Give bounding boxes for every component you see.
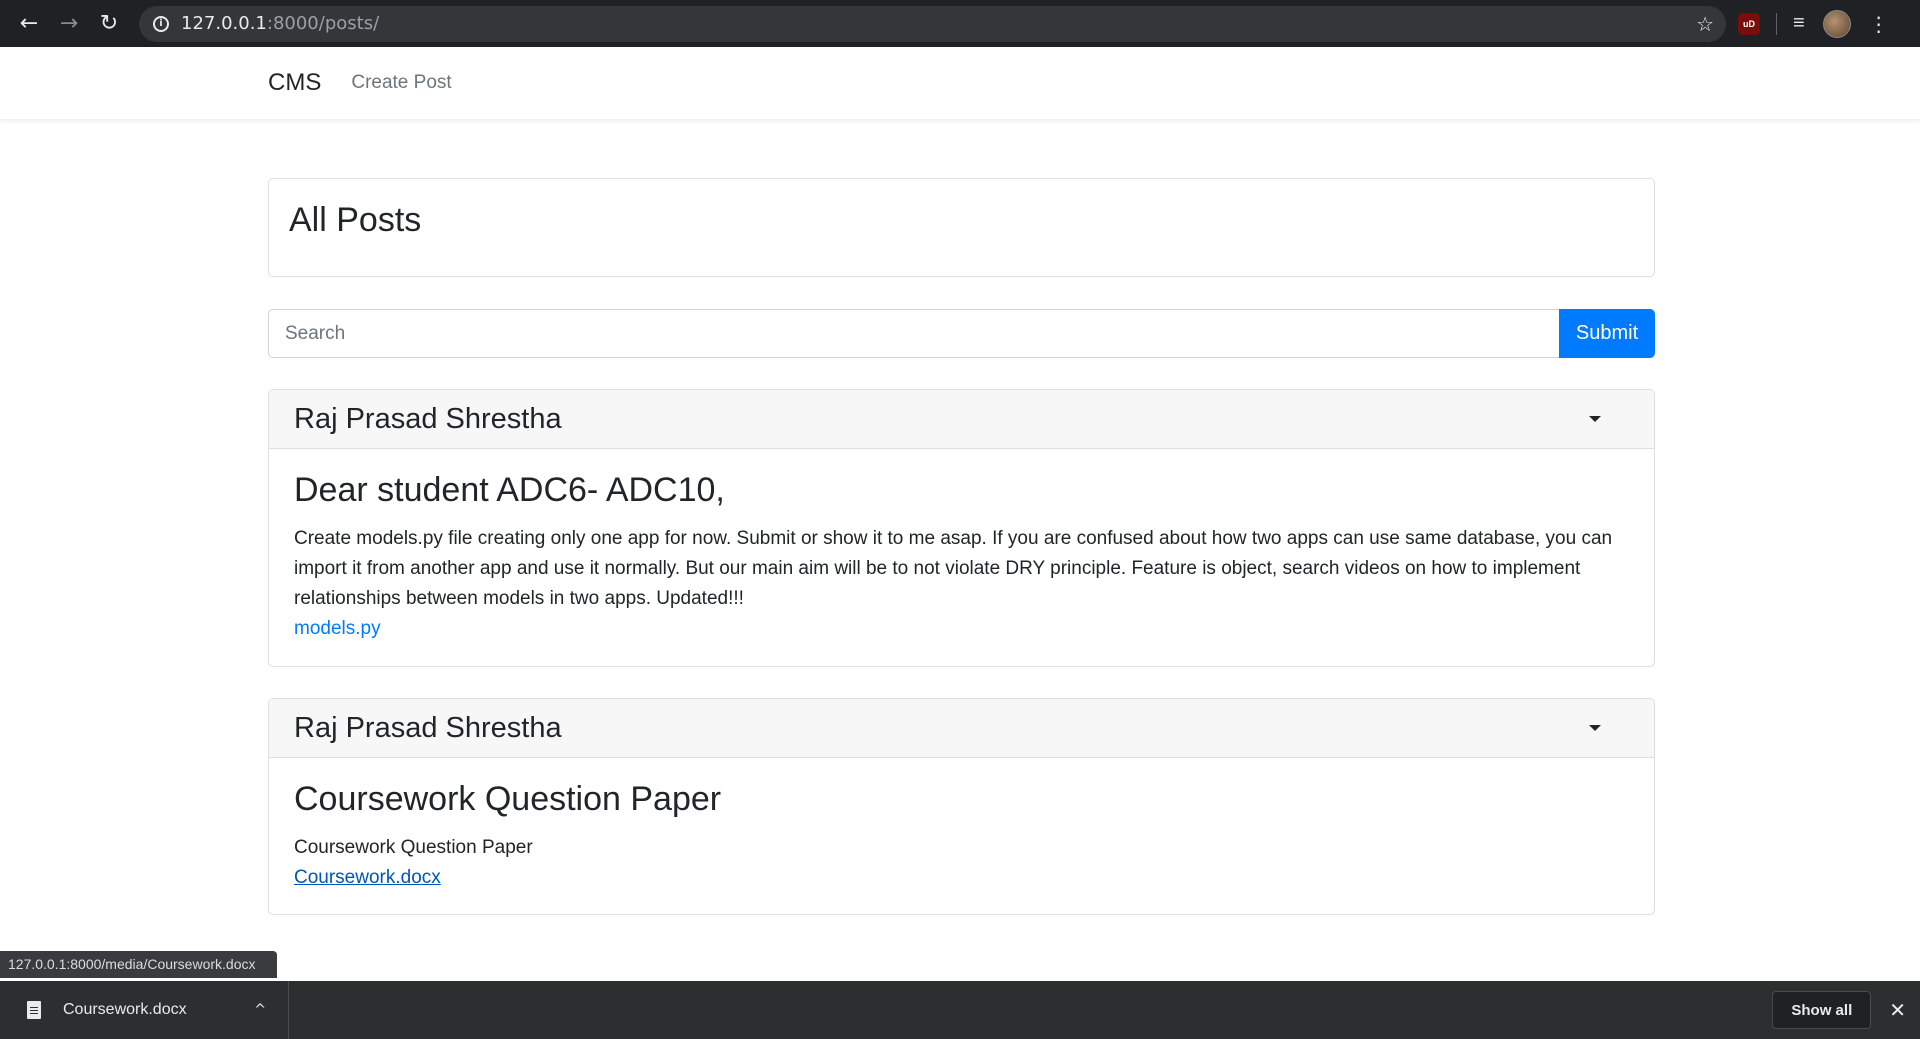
post-header[interactable]: Raj Prasad Shrestha <box>269 390 1654 449</box>
post-card: Raj Prasad Shrestha Dear student ADC6- A… <box>268 389 1655 667</box>
post-author: Raj Prasad Shrestha <box>294 711 562 744</box>
forward-arrow-icon: → <box>59 11 79 36</box>
post-body: Coursework Question Paper Coursework Que… <box>269 758 1654 913</box>
back-arrow-icon: ← <box>19 11 39 36</box>
caret-down-icon[interactable] <box>1589 416 1601 422</box>
post-title: Dear student ADC6- ADC10, <box>294 471 725 509</box>
reload-icon: ↻ <box>99 11 119 36</box>
post-author: Raj Prasad Shrestha <box>294 402 562 435</box>
media-control-icon[interactable]: ≡ <box>1793 12 1805 35</box>
back-button[interactable]: ← <box>9 4 49 44</box>
caret-down-icon[interactable] <box>1589 725 1601 731</box>
bookmark-star-icon[interactable]: ☆ <box>1696 12 1714 36</box>
download-item[interactable]: Coursework.docx ^ <box>0 981 289 1039</box>
address-bar[interactable]: i 127.0.0.1:8000/posts/ ☆ <box>139 5 1726 42</box>
brand-link[interactable]: CMS <box>268 69 321 97</box>
close-icon[interactable]: ✕ <box>1889 998 1906 1022</box>
browser-menu-icon[interactable]: ⋮ <box>1869 12 1889 36</box>
show-all-button[interactable]: Show all <box>1772 991 1872 1029</box>
post-card: Raj Prasad Shrestha Coursework Question … <box>268 698 1655 915</box>
attachment-link[interactable]: Coursework.docx <box>294 867 441 888</box>
attachment-link[interactable]: models.py <box>294 618 381 639</box>
post-title: Coursework Question Paper <box>294 780 722 818</box>
document-file-icon <box>27 1001 41 1019</box>
url-host: 127.0.0.1 <box>181 13 267 34</box>
link-status-bubble: 127.0.0.1:8000/media/Coursework.docx <box>0 951 277 978</box>
site-info-glyph: i <box>159 18 163 29</box>
post-header[interactable]: Raj Prasad Shrestha <box>269 699 1654 758</box>
download-file-name: Coursework.docx <box>63 1001 187 1018</box>
page-title: All Posts <box>289 201 422 239</box>
site-info-icon[interactable]: i <box>153 15 169 32</box>
search-form: Submit <box>268 309 1655 358</box>
chevron-up-icon[interactable]: ^ <box>254 1002 266 1018</box>
reload-button[interactable]: ↻ <box>89 4 129 44</box>
browser-toolbar: ← → ↻ i 127.0.0.1:8000/posts/ ☆ uD ≡ ⋮ <box>0 0 1920 47</box>
forward-button[interactable]: → <box>49 4 89 44</box>
toolbar-separator <box>1776 12 1777 35</box>
page-title-card: All Posts <box>268 178 1655 277</box>
extensions-area: uD ≡ ⋮ <box>1738 9 1889 38</box>
site-navbar: CMS Create Post <box>0 47 1920 119</box>
post-body: Dear student ADC6- ADC10, Create models.… <box>269 449 1654 664</box>
post-text: Create models.py file creating only one … <box>294 528 1613 609</box>
url-path: :8000/posts/ <box>266 13 380 34</box>
ublock-label: uD <box>1743 18 1755 29</box>
submit-button[interactable]: Submit <box>1559 309 1655 358</box>
ublock-extension-icon[interactable]: uD <box>1738 12 1760 35</box>
search-input[interactable] <box>268 309 1559 358</box>
post-text: Coursework Question Paper <box>294 837 533 858</box>
download-shelf: Coursework.docx ^ Show all ✕ <box>0 981 1920 1039</box>
profile-avatar[interactable] <box>1822 9 1851 38</box>
nav-link-create-post[interactable]: Create Post <box>351 72 451 94</box>
